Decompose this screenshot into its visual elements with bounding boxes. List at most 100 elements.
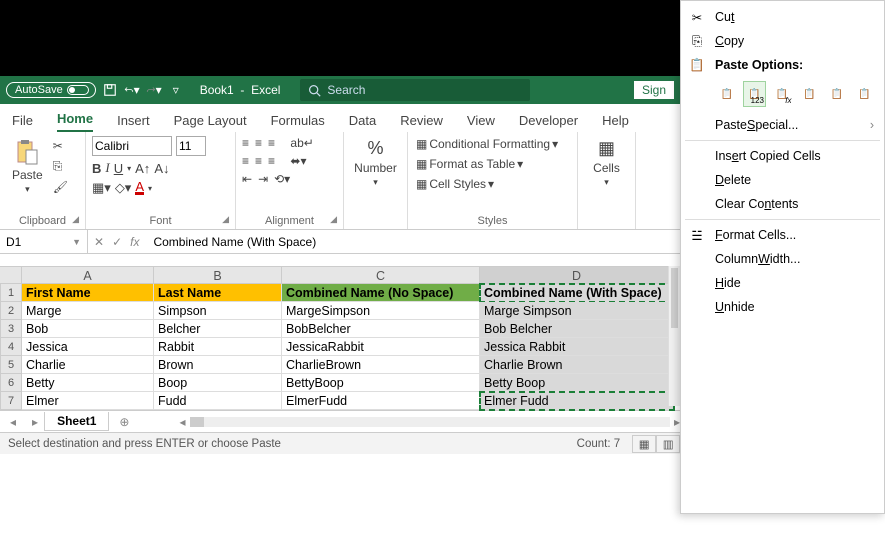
paste-option-link[interactable]: 📋	[853, 81, 877, 107]
tab-review[interactable]: Review	[400, 109, 443, 132]
save-icon[interactable]	[102, 82, 118, 98]
redo-icon[interactable]: ▾	[146, 82, 162, 98]
cell-C4[interactable]: JessicaRabbit	[282, 338, 480, 356]
format-painter-icon[interactable]: 🖌	[53, 180, 68, 194]
indent-inc[interactable]: ⇥	[258, 172, 268, 186]
col-header-D[interactable]: D	[480, 266, 674, 284]
row-header-7[interactable]: 7	[0, 392, 22, 410]
cell-A7[interactable]: Elmer	[22, 392, 154, 410]
row-header-1[interactable]: 1	[0, 284, 22, 302]
col-header-A[interactable]: A	[22, 266, 154, 284]
view-normal-button[interactable]: ▦	[632, 435, 656, 453]
sheet-nav-prev[interactable]: ◂	[0, 415, 26, 429]
add-sheet-button[interactable]: ⊕	[109, 415, 139, 429]
enter-formula-icon[interactable]: ✓	[112, 235, 122, 249]
cancel-formula-icon[interactable]: ✕	[94, 235, 104, 249]
fx-icon[interactable]: fx	[130, 235, 139, 249]
cell-A2[interactable]: Marge	[22, 302, 154, 320]
sign-in-button[interactable]: Sign	[634, 81, 674, 99]
paste-button[interactable]: Paste▾	[6, 136, 49, 197]
name-box[interactable]: D1▼	[0, 230, 88, 253]
tab-developer[interactable]: Developer	[519, 109, 578, 132]
row-header-2[interactable]: 2	[0, 302, 22, 320]
tab-insert[interactable]: Insert	[117, 109, 150, 132]
cell-B7[interactable]: Fudd	[154, 392, 282, 410]
border-button[interactable]: ▦▾	[92, 180, 111, 196]
tab-file[interactable]: File	[12, 109, 33, 132]
cm-cut[interactable]: ✂Cut	[681, 5, 884, 29]
cm-clear-contents[interactable]: Clear Contents	[681, 192, 884, 216]
cell-B1[interactable]: Last Name	[154, 284, 282, 302]
wrap-text[interactable]: ab↵	[290, 136, 313, 150]
row-header-6[interactable]: 6	[0, 374, 22, 392]
undo-icon[interactable]: ▾	[124, 82, 140, 98]
fill-color-button[interactable]: ◇▾	[115, 180, 132, 196]
autosave-toggle[interactable]: AutoSave	[6, 82, 96, 98]
align-right[interactable]: ≡	[268, 154, 275, 168]
cm-hide[interactable]: Hide	[681, 271, 884, 295]
cell-B2[interactable]: Simpson	[154, 302, 282, 320]
align-left[interactable]: ≡	[242, 154, 249, 168]
cell-C6[interactable]: BettyBoop	[282, 374, 480, 392]
horizontal-scrollbar[interactable]: ◂▸	[179, 415, 680, 429]
conditional-formatting-button[interactable]: ▦ Conditional Formatting ▾	[414, 136, 571, 152]
formula-input[interactable]: Combined Name (With Space)	[145, 235, 680, 249]
decrease-font-button[interactable]: A↓	[154, 161, 169, 176]
cell-C2[interactable]: MargeSimpson	[282, 302, 480, 320]
cell-A4[interactable]: Jessica	[22, 338, 154, 356]
paste-option-all[interactable]: 📋	[715, 81, 739, 107]
align-top[interactable]: ≡	[242, 136, 249, 150]
cm-copy[interactable]: ⎘Copy	[681, 29, 884, 53]
row-header-4[interactable]: 4	[0, 338, 22, 356]
cm-insert-copied[interactable]: Insert Copied Cells	[681, 144, 884, 168]
tab-help[interactable]: Help	[602, 109, 629, 132]
col-header-B[interactable]: B	[154, 266, 282, 284]
align-center[interactable]: ≡	[255, 154, 262, 168]
merge-button[interactable]: ⬌▾	[290, 154, 306, 168]
row-header-3[interactable]: 3	[0, 320, 22, 338]
qat-customize[interactable]: ▿	[168, 82, 184, 98]
format-as-table-button[interactable]: ▦ Format as Table ▾	[414, 156, 571, 172]
indent-dec[interactable]: ⇤	[242, 172, 252, 186]
cell-A1[interactable]: First Name	[22, 284, 154, 302]
tab-data[interactable]: Data	[349, 109, 376, 132]
font-size-input[interactable]	[176, 136, 206, 156]
cell-C5[interactable]: CharlieBrown	[282, 356, 480, 374]
number-format-button[interactable]: %Number▾	[350, 136, 401, 190]
cell-D6[interactable]: Betty Boop	[480, 374, 674, 392]
tab-formulas[interactable]: Formulas	[271, 109, 325, 132]
underline-button[interactable]: U	[114, 161, 123, 176]
cells-button[interactable]: ▦Cells▾	[584, 136, 629, 190]
paste-option-formatting[interactable]: 📋	[825, 81, 849, 107]
cell-D1[interactable]: Combined Name (With Space)	[480, 284, 674, 302]
cm-column-width[interactable]: Column Width...	[681, 247, 884, 271]
cell-B4[interactable]: Rabbit	[154, 338, 282, 356]
sheet-tab[interactable]: Sheet1	[44, 412, 109, 431]
bold-button[interactable]: B	[92, 161, 101, 176]
cell-D2[interactable]: Marge Simpson	[480, 302, 674, 320]
cell-C3[interactable]: BobBelcher	[282, 320, 480, 338]
copy-icon[interactable]: ⎘	[53, 159, 68, 174]
font-color-button[interactable]: A	[135, 182, 144, 195]
col-header-C[interactable]: C	[282, 266, 480, 284]
italic-button[interactable]: I	[105, 160, 109, 176]
cell-D5[interactable]: Charlie Brown	[480, 356, 674, 374]
cell-B6[interactable]: Boop	[154, 374, 282, 392]
cm-delete[interactable]: Delete	[681, 168, 884, 192]
cm-paste-special[interactable]: Paste Special...›	[681, 113, 884, 137]
align-mid[interactable]: ≡	[255, 136, 262, 150]
cell-C7[interactable]: ElmerFudd	[282, 392, 480, 410]
cell-D3[interactable]: Bob Belcher	[480, 320, 674, 338]
vertical-scrollbar[interactable]	[668, 266, 680, 406]
cut-icon[interactable]: ✂	[53, 139, 68, 153]
tab-home[interactable]: Home	[57, 107, 93, 132]
cell-styles-button[interactable]: ▦ Cell Styles ▾	[414, 176, 571, 192]
cell-A3[interactable]: Bob	[22, 320, 154, 338]
orientation[interactable]: ⟲▾	[274, 172, 290, 186]
cell-A6[interactable]: Betty	[22, 374, 154, 392]
align-bot[interactable]: ≡	[268, 136, 275, 150]
tab-view[interactable]: View	[467, 109, 495, 132]
cell-A5[interactable]: Charlie	[22, 356, 154, 374]
cell-B3[interactable]: Belcher	[154, 320, 282, 338]
paste-option-transpose[interactable]: 📋	[798, 81, 822, 107]
